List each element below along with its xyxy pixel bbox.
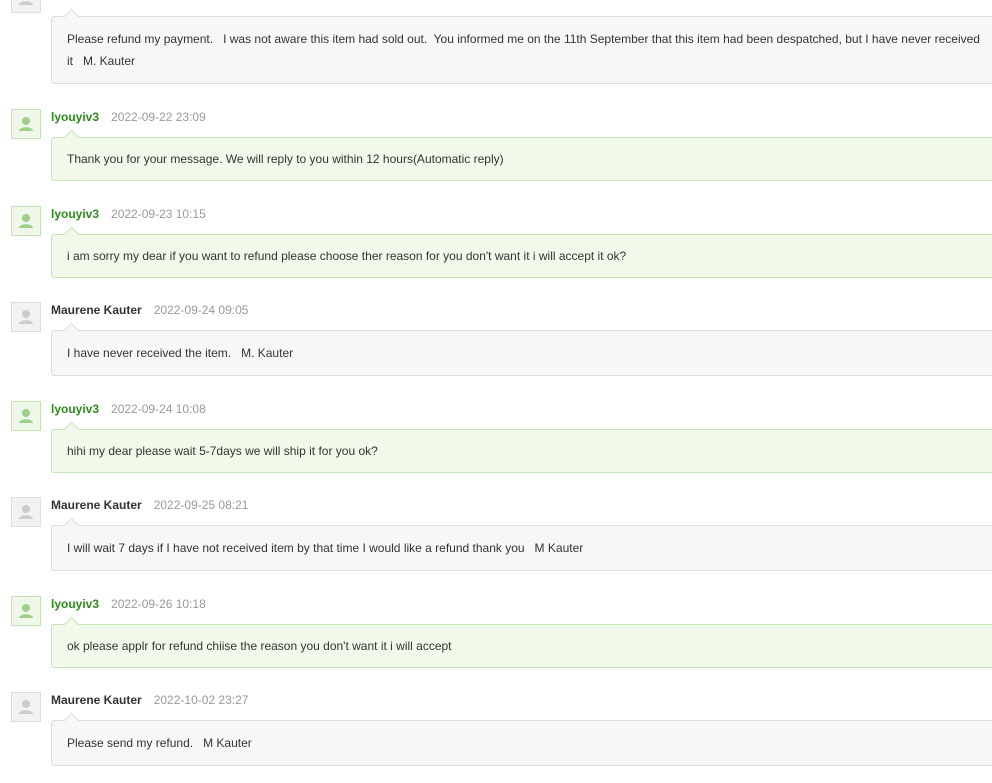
author-name[interactable]: Maurene Kauter [51,498,142,512]
avatar [11,0,41,13]
message-text: i am sorry my dear if you want to refund… [67,249,627,263]
message-header: lyouyiv3 2022-09-26 10:18 [51,596,206,612]
message-text: Please refund my payment. I was not awar… [67,32,984,68]
message-timestamp: 2022-10-02 23:27 [153,693,249,707]
message-bubble: ok please applr for refund chiise the re… [51,624,992,668]
avatar [11,497,41,527]
user-avatar-icon [19,310,33,324]
author-name[interactable]: lyouyiv3 [51,402,99,416]
user-avatar-icon [19,214,33,228]
message-header: Maurene Kauter 2022-09-24 09:05 [51,302,248,318]
message-header: lyouyiv3 2022-09-22 23:09 [51,109,206,125]
message-text: ok please applr for refund chiise the re… [67,639,452,653]
message-bubble: hihi my dear please wait 5-7days we will… [51,429,992,473]
message-text: I have never received the item. M. Kaute… [67,346,294,360]
message-header: lyouyiv3 2022-09-23 10:15 [51,206,206,222]
user-avatar-icon [19,1,33,5]
user-avatar-icon [19,700,33,714]
message-timestamp: 2022-09-24 09:05 [153,303,249,317]
user-avatar-icon [19,604,33,618]
message-text: hihi my dear please wait 5-7days we will… [67,444,378,458]
message-bubble: Thank you for your message. We will repl… [51,137,992,181]
message-text: Please send my refund. M Kauter [67,736,252,750]
user-avatar-icon [19,409,33,423]
avatar [11,692,41,722]
message-header: Maurene Kauter 2022-09-25 08:21 [51,497,248,513]
message-bubble: i am sorry my dear if you want to refund… [51,234,992,278]
message-bubble: I have never received the item. M. Kaute… [51,330,992,376]
message-header: Maurene Kauter 2022-10-02 23:27 [51,692,248,708]
author-name[interactable]: Maurene Kauter [51,693,142,707]
author-name[interactable]: lyouyiv3 [51,207,99,221]
message-timestamp: 2022-09-23 10:15 [111,207,206,221]
avatar [11,109,41,139]
message-timestamp: 2022-09-22 23:09 [111,110,206,124]
message-timestamp: 2022-09-25 08:21 [153,498,249,512]
author-name[interactable]: Maurene Kauter [51,303,142,317]
message-thread: Please refund my payment. I was not awar… [0,0,992,783]
author-name[interactable]: lyouyiv3 [51,110,99,124]
avatar [11,206,41,236]
avatar [11,596,41,626]
avatar [11,401,41,431]
message-bubble: Please send my refund. M Kauter [51,720,992,766]
author-name[interactable]: lyouyiv3 [51,597,99,611]
message-timestamp: 2022-09-26 10:18 [111,597,206,611]
message-bubble: Please refund my payment. I was not awar… [51,16,992,84]
message-timestamp: 2022-09-24 10:08 [111,402,206,416]
message-text: Thank you for your message. We will repl… [67,152,504,166]
message-bubble: I will wait 7 days if I have not receive… [51,525,992,571]
avatar [11,302,41,332]
message-text: I will wait 7 days if I have not receive… [67,541,584,555]
user-avatar-icon [19,505,33,519]
user-avatar-icon [19,117,33,131]
message-header: lyouyiv3 2022-09-24 10:08 [51,401,206,417]
